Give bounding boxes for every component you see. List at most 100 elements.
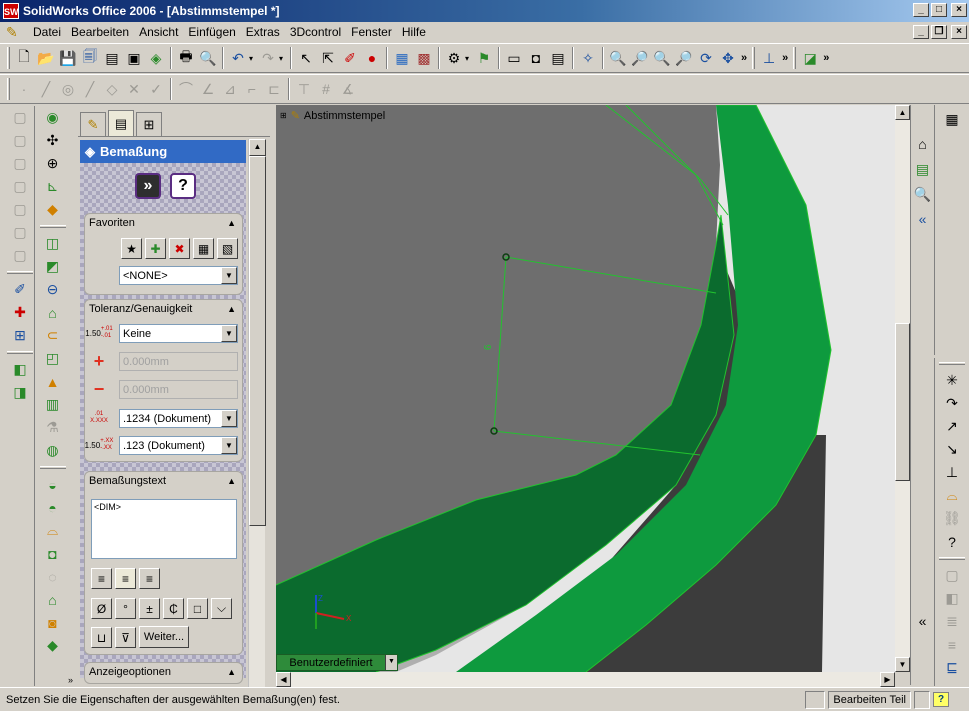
- doc-close-button[interactable]: ×: [951, 25, 967, 39]
- menu-fenster[interactable]: Fenster: [346, 25, 397, 39]
- replace-face-icon[interactable]: ◆: [41, 634, 65, 657]
- toolbar-overflow-icon-2[interactable]: »: [782, 52, 788, 64]
- print-save-icon[interactable]: ▤: [101, 47, 123, 69]
- square-symbol-button[interactable]: □: [187, 598, 208, 619]
- surface-revolve-icon[interactable]: ◓: [41, 496, 65, 519]
- link-entity-icon[interactable]: ⛓: [940, 507, 964, 530]
- expand-icon[interactable]: ⊞: [280, 111, 287, 120]
- expand-more-icon[interactable]: »: [68, 675, 73, 685]
- solidworks-app-icon[interactable]: SW: [3, 3, 19, 19]
- measure-icon[interactable]: ⊾: [41, 175, 65, 198]
- normal-to-icon[interactable]: ⊥: [758, 47, 780, 69]
- smart-dimension-icon[interactable]: ✐: [8, 278, 32, 301]
- favorite-select[interactable]: <NONE> ▼: [119, 266, 238, 285]
- upper-tolerance-field[interactable]: 0.000mm: [119, 352, 238, 371]
- mirror-feature-icon[interactable]: ◍: [41, 439, 65, 462]
- rotate-icon[interactable]: ⟳: [695, 47, 717, 69]
- maximize-button[interactable]: □: [931, 3, 947, 17]
- toleranz-title[interactable]: Toleranz/Genauigkeit: [89, 303, 192, 315]
- select-icon[interactable]: ↖: [295, 47, 317, 69]
- zoom-selection-icon[interactable]: 🔎: [673, 47, 695, 69]
- slope-entity-icon[interactable]: ↘: [940, 438, 964, 461]
- hole-icon[interactable]: ◰: [41, 347, 65, 370]
- minimize-button[interactable]: _: [913, 3, 929, 17]
- rebuild-icon[interactable]: ⚑: [473, 47, 495, 69]
- chevron-down-icon[interactable]: ▼: [221, 267, 237, 284]
- print-preview-icon[interactable]: 🔍: [197, 47, 219, 69]
- print-icon[interactable]: 🖶: [175, 47, 197, 69]
- design-library-icon[interactable]: ▤: [912, 158, 934, 180]
- menu-3dcontrol[interactable]: 3Dcontrol: [285, 25, 346, 39]
- bemassungstext-title[interactable]: Bemaßungstext: [89, 475, 166, 487]
- toolbar-overflow-icon-3[interactable]: »: [823, 52, 829, 64]
- circle-icon[interactable]: ◎: [57, 78, 79, 100]
- new-icon[interactable]: 🗋: [13, 47, 35, 69]
- instant3d-icon[interactable]: ◧: [8, 358, 32, 381]
- degree-symbol-button[interactable]: °: [115, 598, 136, 619]
- collapse-icon[interactable]: ▲: [227, 304, 236, 314]
- sketch-grid-icon[interactable]: #: [315, 78, 337, 100]
- align-right-icon[interactable]: ≡: [139, 568, 160, 589]
- convert-entities-icon[interactable]: ⌐: [241, 78, 263, 100]
- trim-icon[interactable]: ✕: [123, 78, 145, 100]
- zoom-area-icon[interactable]: 🔎: [629, 47, 651, 69]
- surface-sweep-icon[interactable]: ⌓: [41, 519, 65, 542]
- tolerance-type-select[interactable]: Keine ▼: [119, 324, 238, 343]
- traffic-light-icon[interactable]: ●: [361, 47, 383, 69]
- deform-icon[interactable]: ⚗: [41, 416, 65, 439]
- properties-icon[interactable]: ▤: [547, 47, 569, 69]
- primary-precision-select[interactable]: .1234 (Dokument) ▼: [119, 409, 238, 428]
- scroll-up-icon[interactable]: ▲: [249, 139, 266, 156]
- redo-icon[interactable]: ↷: [257, 47, 279, 69]
- apply-favorite-icon[interactable]: ★: [121, 238, 142, 259]
- align-center-icon[interactable]: ≡: [115, 568, 136, 589]
- add-favorite-icon[interactable]: ✚: [145, 238, 166, 259]
- dimension-text-field[interactable]: <DIM>: [91, 499, 237, 559]
- dimension-value-label[interactable]: 6: [483, 344, 494, 350]
- flatten-icon[interactable]: ⊑: [940, 656, 964, 679]
- sketch-icon[interactable]: ✐: [339, 47, 361, 69]
- doc-minimize-button[interactable]: _: [913, 25, 929, 39]
- select-filter-icon[interactable]: ⇱: [317, 47, 339, 69]
- centerline-icon[interactable]: ╱: [35, 78, 57, 100]
- configuration-tab[interactable]: Benutzerdefiniert ▼: [276, 654, 398, 671]
- diameter-symbol-button[interactable]: Ø: [91, 598, 112, 619]
- grid-icon[interactable]: ▦: [391, 47, 413, 69]
- rib-icon[interactable]: ⊖: [41, 278, 65, 301]
- menu-bearbeiten[interactable]: Bearbeiten: [66, 25, 134, 39]
- save-favorite-icon[interactable]: ▦: [193, 238, 214, 259]
- toolbar-overflow-icon[interactable]: »: [741, 52, 747, 64]
- view-orientation-icon[interactable]: ✧: [577, 47, 599, 69]
- drawing-view-icon[interactable]: ▭: [503, 47, 525, 69]
- save-icon[interactable]: 💾: [57, 47, 79, 69]
- doc-restore-button[interactable]: ❐: [931, 25, 947, 39]
- make-assembly-icon[interactable]: ◈: [145, 47, 167, 69]
- boss-extrude-icon[interactable]: ◉: [41, 106, 65, 129]
- camera-icon[interactable]: ◘: [525, 47, 547, 69]
- chevron-down-icon[interactable]: ▼: [221, 325, 237, 342]
- display-relations-icon[interactable]: ⊞: [8, 324, 32, 347]
- scroll-left-icon[interactable]: ◀: [276, 672, 291, 687]
- graphics-area[interactable]: 6 ⊞ ✎ Abstimmstempel Z X: [276, 105, 910, 672]
- align-left-icon[interactable]: ≡: [91, 568, 112, 589]
- menu-hilfe[interactable]: Hilfe: [397, 25, 431, 39]
- open-icon[interactable]: 📂: [35, 47, 57, 69]
- zoom-fit-icon[interactable]: 🔍: [607, 47, 629, 69]
- close-button[interactable]: ×: [951, 3, 967, 17]
- linear-pattern-icon[interactable]: ⊤: [293, 78, 315, 100]
- property-manager-tab[interactable]: ▤: [108, 110, 134, 136]
- more-symbols-button[interactable]: Weiter...: [139, 626, 189, 648]
- load-favorite-icon[interactable]: ▧: [217, 238, 238, 259]
- appearance-icon[interactable]: ◪: [799, 47, 821, 69]
- arc-entity-icon[interactable]: ↷: [940, 392, 964, 415]
- dome-entity-icon[interactable]: ⌓: [940, 484, 964, 507]
- sketch-chamfer-icon[interactable]: ∠: [197, 78, 219, 100]
- countersink-symbol-button[interactable]: ⌵: [211, 598, 232, 619]
- pattern-icon[interactable]: ▥: [41, 393, 65, 416]
- cut-sweep-icon[interactable]: ▢: [8, 244, 32, 267]
- collapse-left-icon-2[interactable]: «: [912, 610, 934, 632]
- centerline-symbol-button[interactable]: ₵: [163, 598, 184, 619]
- extend-icon[interactable]: ✓: [145, 78, 167, 100]
- extrude-icon[interactable]: ▢: [8, 106, 32, 129]
- configuration-manager-tab[interactable]: ⊞: [136, 112, 162, 136]
